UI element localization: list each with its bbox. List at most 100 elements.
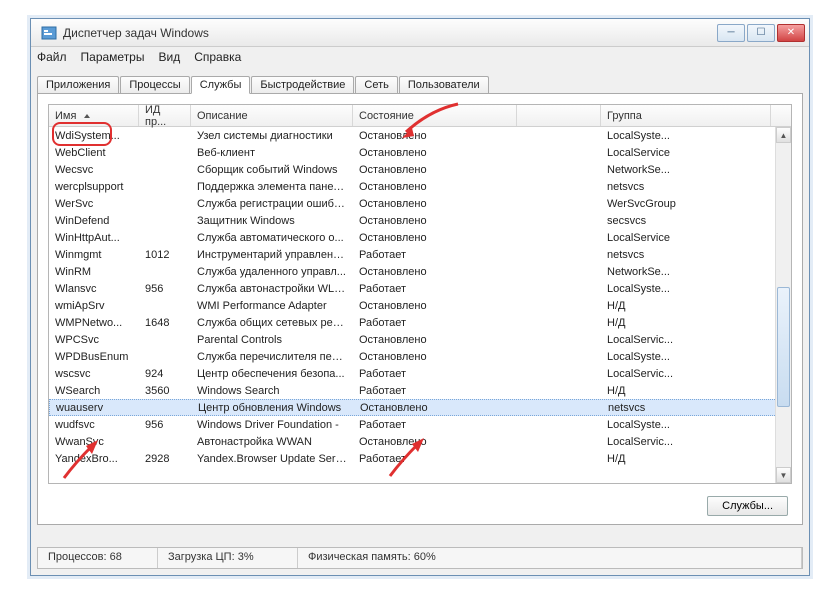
cell-state: Работает [353,453,517,465]
cell-name: YandexBro... [49,453,139,465]
cell-state: Остановлено [353,351,517,363]
cell-desc: Поддержка элемента панел... [191,181,353,193]
tab-network[interactable]: Сеть [355,76,397,93]
column-state[interactable]: Состояние [353,105,517,126]
tab-users[interactable]: Пользователи [399,76,489,93]
tabs-container: Приложения Процессы Службы Быстродействи… [37,71,803,525]
cell-state: Остановлено [353,334,517,346]
column-name[interactable]: Имя [49,105,139,126]
cell-desc: Инструментарий управлени... [191,249,353,261]
table-row[interactable]: WSearch3560Windows SearchРаботаетН/Д [49,382,791,399]
cell-name: WwanSvc [49,436,139,448]
column-pid[interactable]: ИД пр... [139,105,191,126]
cell-state: Остановлено [353,164,517,176]
minimize-button[interactable]: ─ [717,24,745,42]
cell-state: Остановлено [354,402,518,414]
titlebar[interactable]: Диспетчер задач Windows ─ ☐ ✕ [31,19,809,47]
tab-applications[interactable]: Приложения [37,76,119,93]
cell-pid: 1012 [139,249,191,261]
tab-services[interactable]: Службы [191,76,251,94]
table-row[interactable]: WecsvcСборщик событий WindowsОстановлено… [49,161,791,178]
table-row[interactable]: WerSvcСлужба регистрации ошибо...Останов… [49,195,791,212]
table-row[interactable]: WinHttpAut...Служба автоматического о...… [49,229,791,246]
menu-file[interactable]: Файл [37,50,67,64]
cell-name: WPDBusEnum [49,351,139,363]
cell-state: Остановлено [353,215,517,227]
table-row[interactable]: WdiSystem...Узел системы диагностикиОста… [49,127,791,144]
status-bar: Процессов: 68 Загрузка ЦП: 3% Физическая… [37,547,803,569]
maximize-button[interactable]: ☐ [747,24,775,42]
column-group[interactable]: Группа [601,105,771,126]
tab-panel-services: Имя ИД пр... Описание Состояние Группа W… [37,93,803,525]
cell-state: Работает [353,283,517,295]
cell-state: Работает [353,385,517,397]
cell-pid: 956 [139,419,191,431]
cell-state: Работает [353,249,517,261]
cell-group: WerSvcGroup [601,198,771,210]
cell-state: Остановлено [353,181,517,193]
cell-pid: 924 [139,368,191,380]
cell-group: NetworkSe... [601,164,771,176]
table-row[interactable]: WwanSvcАвтонастройка WWANОстановленоLoca… [49,433,791,450]
cell-desc: Веб-клиент [191,147,353,159]
table-row[interactable]: YandexBro...2928Yandex.Browser Update Se… [49,450,791,467]
scroll-down-button[interactable]: ▼ [776,467,791,483]
cell-name: WMPNetwo... [49,317,139,329]
column-spacer[interactable] [517,105,601,126]
cell-state: Остановлено [353,130,517,142]
services-list: Имя ИД пр... Описание Состояние Группа W… [48,104,792,484]
cell-name: WPCSvc [49,334,139,346]
table-row[interactable]: wudfsvc956Windows Driver Foundation -Раб… [49,416,791,433]
cell-desc: Автонастройка WWAN [191,436,353,448]
cell-pid: 956 [139,283,191,295]
table-row[interactable]: WPCSvcParental ControlsОстановленоLocalS… [49,331,791,348]
cell-desc: Служба удаленного управл... [191,266,353,278]
cell-group: LocalSyste... [601,351,771,363]
cell-group: Н/Д [601,453,771,465]
cell-desc: Защитник Windows [191,215,353,227]
table-row[interactable]: WPDBusEnumСлужба перечислителя пер...Ост… [49,348,791,365]
cell-desc: Сборщик событий Windows [191,164,353,176]
table-row[interactable]: WebClientВеб-клиентОстановленоLocalServi… [49,144,791,161]
table-row[interactable]: wuauservЦентр обновления WindowsОстановл… [49,399,791,416]
table-row[interactable]: WMPNetwo...1648Служба общих сетевых рес.… [49,314,791,331]
cell-name: wudfsvc [49,419,139,431]
tab-performance[interactable]: Быстродействие [251,76,354,93]
scrollbar[interactable]: ▲ ▼ [775,127,791,483]
cell-group: LocalService [601,147,771,159]
cell-state: Остановлено [353,436,517,448]
status-cpu: Загрузка ЦП: 3% [158,548,298,568]
cell-desc: Parental Controls [191,334,353,346]
cell-state: Остановлено [353,300,517,312]
scroll-up-button[interactable]: ▲ [776,127,791,143]
cell-group: LocalServic... [601,368,771,380]
cell-state: Остановлено [353,266,517,278]
cell-group: Н/Д [601,385,771,397]
close-button[interactable]: ✕ [777,24,805,42]
table-row[interactable]: WinRMСлужба удаленного управл...Остановл… [49,263,791,280]
services-button[interactable]: Службы... [707,496,788,516]
table-row[interactable]: Wlansvc956Служба автонастройки WLANРабот… [49,280,791,297]
scroll-thumb[interactable] [777,287,790,407]
cell-desc: Служба регистрации ошибо... [191,198,353,210]
tab-processes[interactable]: Процессы [120,76,189,93]
menu-help[interactable]: Справка [194,50,241,64]
table-row[interactable]: wmiApSrvWMI Performance AdapterОстановле… [49,297,791,314]
menu-params[interactable]: Параметры [81,50,145,64]
task-manager-window: Диспетчер задач Windows ─ ☐ ✕ Файл Парам… [30,18,810,576]
cell-group: LocalSyste... [601,283,771,295]
cell-desc: Центр обеспечения безопа... [191,368,353,380]
table-row[interactable]: Winmgmt1012Инструментарий управлени...Ра… [49,246,791,263]
cell-group: NetworkSe... [601,266,771,278]
table-row[interactable]: wercplsupportПоддержка элемента панел...… [49,178,791,195]
cell-group: netsvcs [601,181,771,193]
column-description[interactable]: Описание [191,105,353,126]
table-row[interactable]: wscsvc924Центр обеспечения безопа...Рабо… [49,365,791,382]
cell-group: netsvcs [602,402,772,414]
cell-desc: Центр обновления Windows [192,402,354,414]
cell-group: Н/Д [601,317,771,329]
cell-state: Работает [353,419,517,431]
table-row[interactable]: WinDefendЗащитник WindowsОстановленоsecs… [49,212,791,229]
menu-view[interactable]: Вид [158,50,180,64]
cell-state: Остановлено [353,147,517,159]
